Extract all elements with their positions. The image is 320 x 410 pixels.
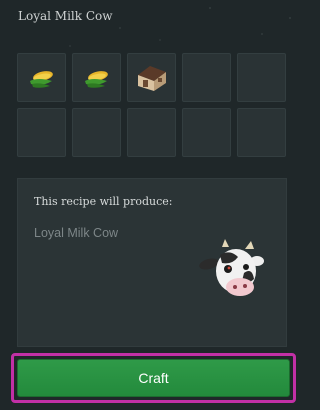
ingredient-slot-4[interactable] xyxy=(182,53,231,102)
ingredient-slot-7[interactable] xyxy=(72,108,121,157)
ingredient-slot-3[interactable] xyxy=(127,53,176,102)
corn-icon xyxy=(84,70,108,88)
result-name: Loyal Milk Cow xyxy=(34,226,119,240)
ingredient-slot-8[interactable] xyxy=(127,108,176,157)
ingredient-slot-5[interactable] xyxy=(237,53,286,102)
ingredient-slot-2[interactable] xyxy=(72,53,121,102)
ingredient-grid xyxy=(17,53,286,157)
barn-icon xyxy=(137,65,166,91)
craft-button[interactable]: Craft xyxy=(17,359,290,397)
corn-icon xyxy=(29,70,53,88)
result-panel: This recipe will produce: Loyal Milk Cow xyxy=(17,178,287,347)
result-heading: This recipe will produce: xyxy=(34,195,173,208)
cow-head-icon xyxy=(199,239,264,296)
ingredient-slot-9[interactable] xyxy=(182,108,231,157)
ingredient-slot-1[interactable] xyxy=(17,53,66,102)
craft-button-highlight: Craft xyxy=(11,353,296,403)
ingredient-slot-10[interactable] xyxy=(237,108,286,157)
window-title: Loyal Milk Cow xyxy=(18,9,113,23)
ingredient-slot-6[interactable] xyxy=(17,108,66,157)
